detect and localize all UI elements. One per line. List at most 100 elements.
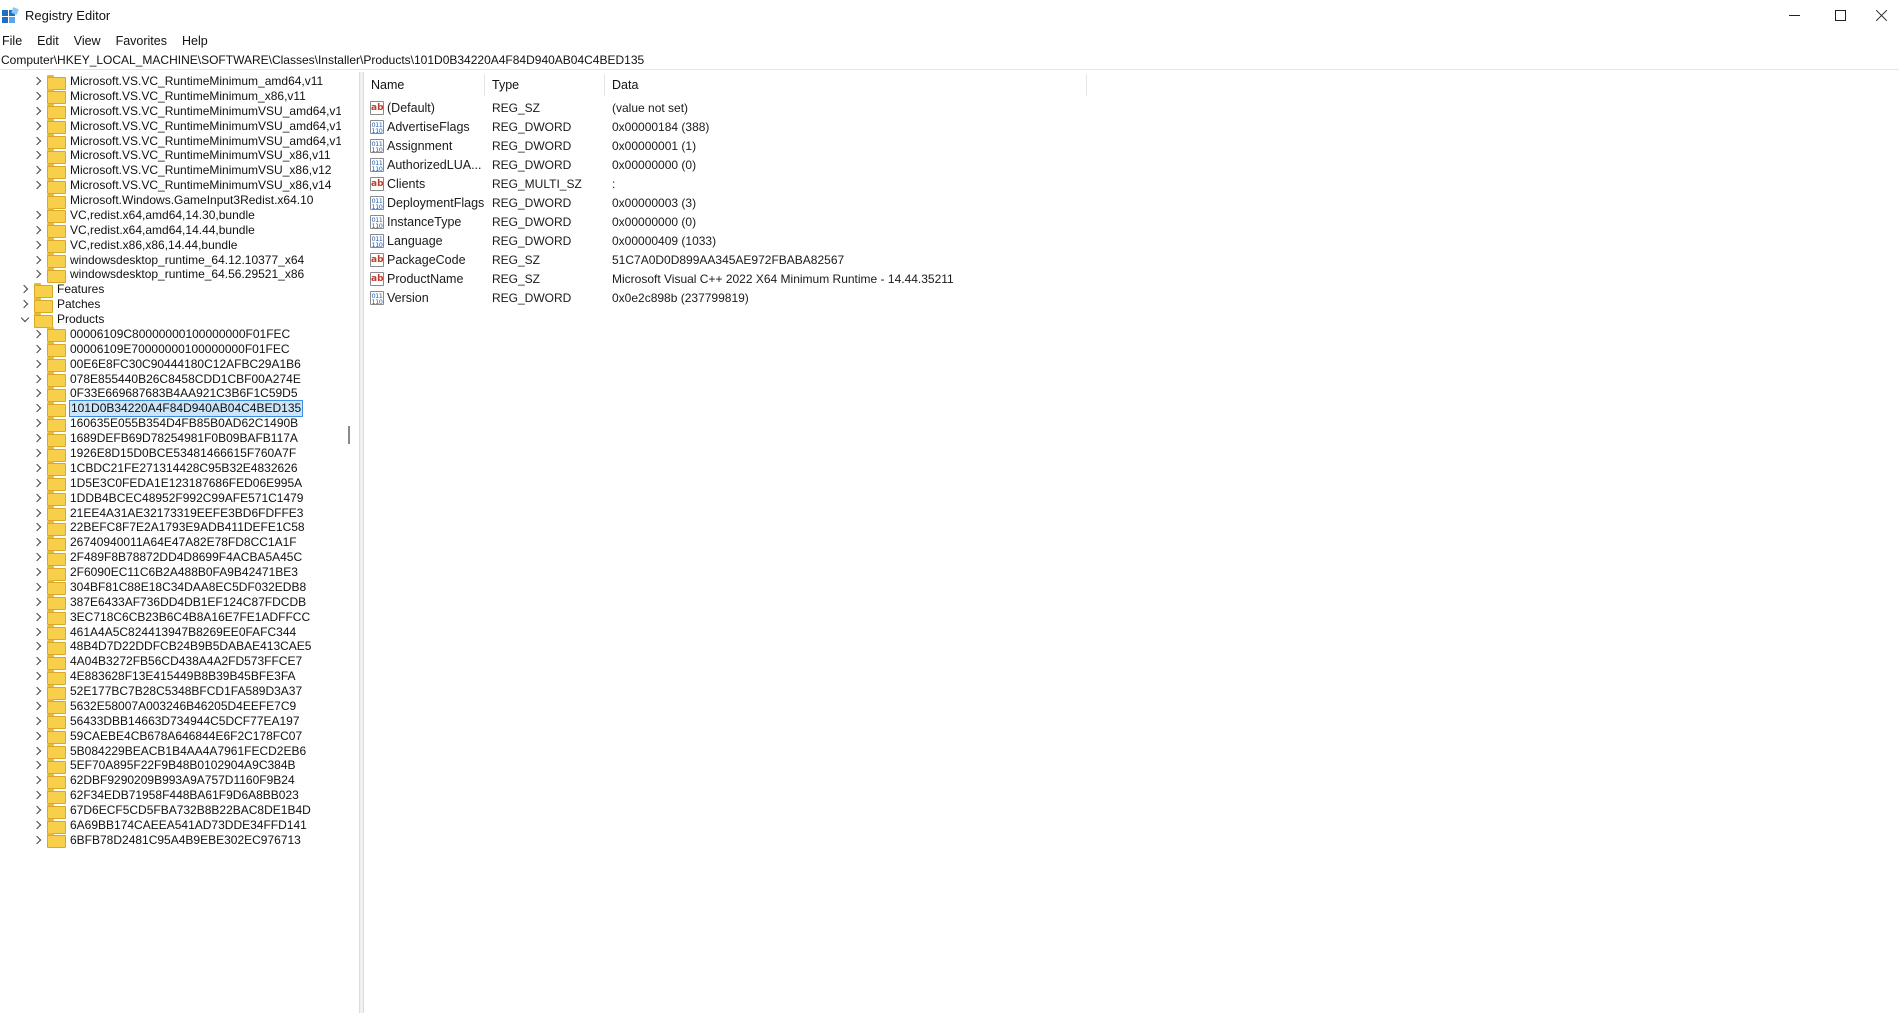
folder-icon — [47, 818, 66, 834]
folder-icon — [47, 74, 66, 90]
folder-icon — [47, 148, 66, 164]
column-header-name[interactable]: Name — [364, 74, 485, 96]
value-name: Language — [387, 233, 443, 248]
value-name: (Default) — [387, 100, 435, 115]
value-data: 0x00000000 (0) — [612, 157, 697, 172]
values-pane[interactable]: Name Type Data ab (Default) REG_SZ (value n… — [364, 72, 1899, 1013]
value-data: 0x00000409 (1033) — [612, 233, 717, 248]
folder-icon — [47, 535, 66, 551]
menu-file[interactable]: File — [2, 34, 22, 48]
value-row[interactable]: ab ProductName REG_SZ Microsoft Visual C++ … — [364, 269, 1364, 288]
dword-value-icon: 011 110 — [370, 195, 384, 211]
minimize-button[interactable] — [1771, 0, 1817, 31]
folder-icon — [47, 520, 66, 536]
folder-icon — [47, 446, 66, 462]
value-data: 0x00000184 (388) — [612, 119, 710, 134]
menu-view[interactable]: View — [74, 34, 101, 48]
folder-icon — [47, 401, 66, 417]
menu-favorites[interactable]: Favorites — [116, 34, 167, 48]
folder-icon — [47, 223, 66, 239]
value-row[interactable]: 011 110 DeploymentFlags REG_DWORD 0x0000000… — [364, 193, 1364, 212]
folder-icon — [47, 89, 66, 105]
string-value-icon: ab — [370, 271, 384, 286]
folder-icon — [47, 253, 66, 269]
folder-icon — [47, 357, 66, 373]
folder-icon — [47, 342, 66, 358]
value-row[interactable]: 011 110 Version REG_DWORD 0x0e2c898b (23779… — [364, 288, 1364, 307]
value-row[interactable]: ab (Default) REG_SZ (value not set) — [364, 98, 1364, 117]
value-name: ProductName — [387, 271, 464, 286]
folder-icon — [47, 714, 66, 730]
folder-icon — [47, 386, 66, 402]
chevron-right-icon[interactable] — [33, 831, 42, 849]
dword-value-icon: 011 110 — [370, 138, 384, 154]
maximize-button[interactable] — [1817, 0, 1863, 31]
tree-scrollbar[interactable] — [341, 72, 357, 1013]
close-button[interactable] — [1863, 0, 1899, 31]
value-type: REG_DWORD — [492, 157, 572, 172]
dword-value-icon: 011 110 — [370, 157, 384, 173]
regedit-icon — [2, 6, 19, 24]
tree-item-label: 6BFB78D2481C95A4B9EBE302EC976713 — [70, 832, 301, 847]
folder-icon — [47, 610, 66, 626]
folder-icon — [47, 104, 66, 120]
folder-icon — [34, 297, 53, 313]
value-data: : — [612, 176, 616, 191]
value-name: Clients — [387, 176, 426, 191]
folder-icon — [34, 312, 53, 328]
value-name: PackageCode — [387, 252, 466, 267]
value-type: REG_DWORD — [492, 290, 572, 305]
value-name: Version — [387, 290, 429, 305]
dword-value-icon: 011 110 — [370, 214, 384, 230]
folder-icon — [47, 431, 66, 447]
folder-icon — [47, 267, 66, 283]
folder-icon — [47, 208, 66, 224]
minimize-icon — [1788, 15, 1800, 16]
folder-icon — [47, 669, 66, 685]
string-value-icon: ab — [370, 252, 384, 267]
value-row[interactable]: 011 110 Language REG_DWORD 0x00000409 (1033… — [364, 231, 1364, 250]
value-row[interactable]: 011 110 InstanceType REG_DWORD 0x00000000 (… — [364, 212, 1364, 231]
menu-help[interactable]: Help — [182, 34, 208, 48]
value-row[interactable]: 011 110 AdvertiseFlags REG_DWORD 0x00000184… — [364, 117, 1364, 136]
value-type: REG_DWORD — [492, 138, 572, 153]
folder-icon — [47, 327, 66, 343]
tree-scrollbar-thumb[interactable] — [348, 426, 350, 444]
value-name: DeploymentFlags — [387, 195, 485, 210]
dword-value-icon: 011 110 — [370, 119, 384, 135]
folder-icon — [47, 639, 66, 655]
folder-icon — [47, 803, 66, 819]
address-bar[interactable]: Computer\HKEY_LOCAL_MACHINE\SOFTWARE\Cla… — [0, 51, 1899, 70]
folder-icon — [47, 416, 66, 432]
string-value-icon: ab — [370, 100, 384, 115]
value-type: REG_DWORD — [492, 195, 572, 210]
column-header-data[interactable]: Data — [605, 74, 1087, 96]
column-header-type[interactable]: Type — [485, 74, 605, 96]
folder-icon — [47, 550, 66, 566]
close-icon — [1875, 9, 1888, 22]
dword-value-icon: 011 110 — [370, 290, 384, 306]
folder-icon — [47, 506, 66, 522]
key-tree[interactable]: Microsoft.VS.VC_RuntimeMinimum_amd64,v11… — [0, 72, 357, 1013]
window-title: Registry Editor — [25, 8, 111, 23]
value-name: AuthorizedLUA... — [387, 157, 482, 172]
folder-icon — [47, 461, 66, 477]
value-row[interactable]: 011 110 AuthorizedLUA... REG_DWORD 0x000000… — [364, 155, 1364, 174]
folder-icon — [47, 744, 66, 760]
folder-icon — [47, 565, 66, 581]
folder-icon — [47, 684, 66, 700]
chevron-down-icon[interactable] — [20, 310, 29, 328]
tree-item[interactable]: 6BFB78D2481C95A4B9EBE302EC976713 — [33, 831, 302, 849]
folder-icon — [47, 580, 66, 596]
folder-icon — [47, 119, 66, 135]
value-row[interactable]: 011 110 Assignment REG_DWORD 0x00000001 (1) — [364, 136, 1364, 155]
value-type: REG_DWORD — [492, 214, 572, 229]
folder-icon — [47, 625, 66, 641]
value-name: InstanceType — [387, 214, 462, 229]
value-data: 51C7A0D0D899AA345AE972FBABA82567 — [612, 252, 845, 267]
folder-icon — [47, 134, 66, 150]
menu-edit[interactable]: Edit — [37, 34, 59, 48]
value-row[interactable]: ab PackageCode REG_SZ 51C7A0D0D899AA345AE97… — [364, 250, 1364, 269]
value-data: 0x00000001 (1) — [612, 138, 697, 153]
value-row[interactable]: ab Clients REG_MULTI_SZ: — [364, 174, 1364, 193]
